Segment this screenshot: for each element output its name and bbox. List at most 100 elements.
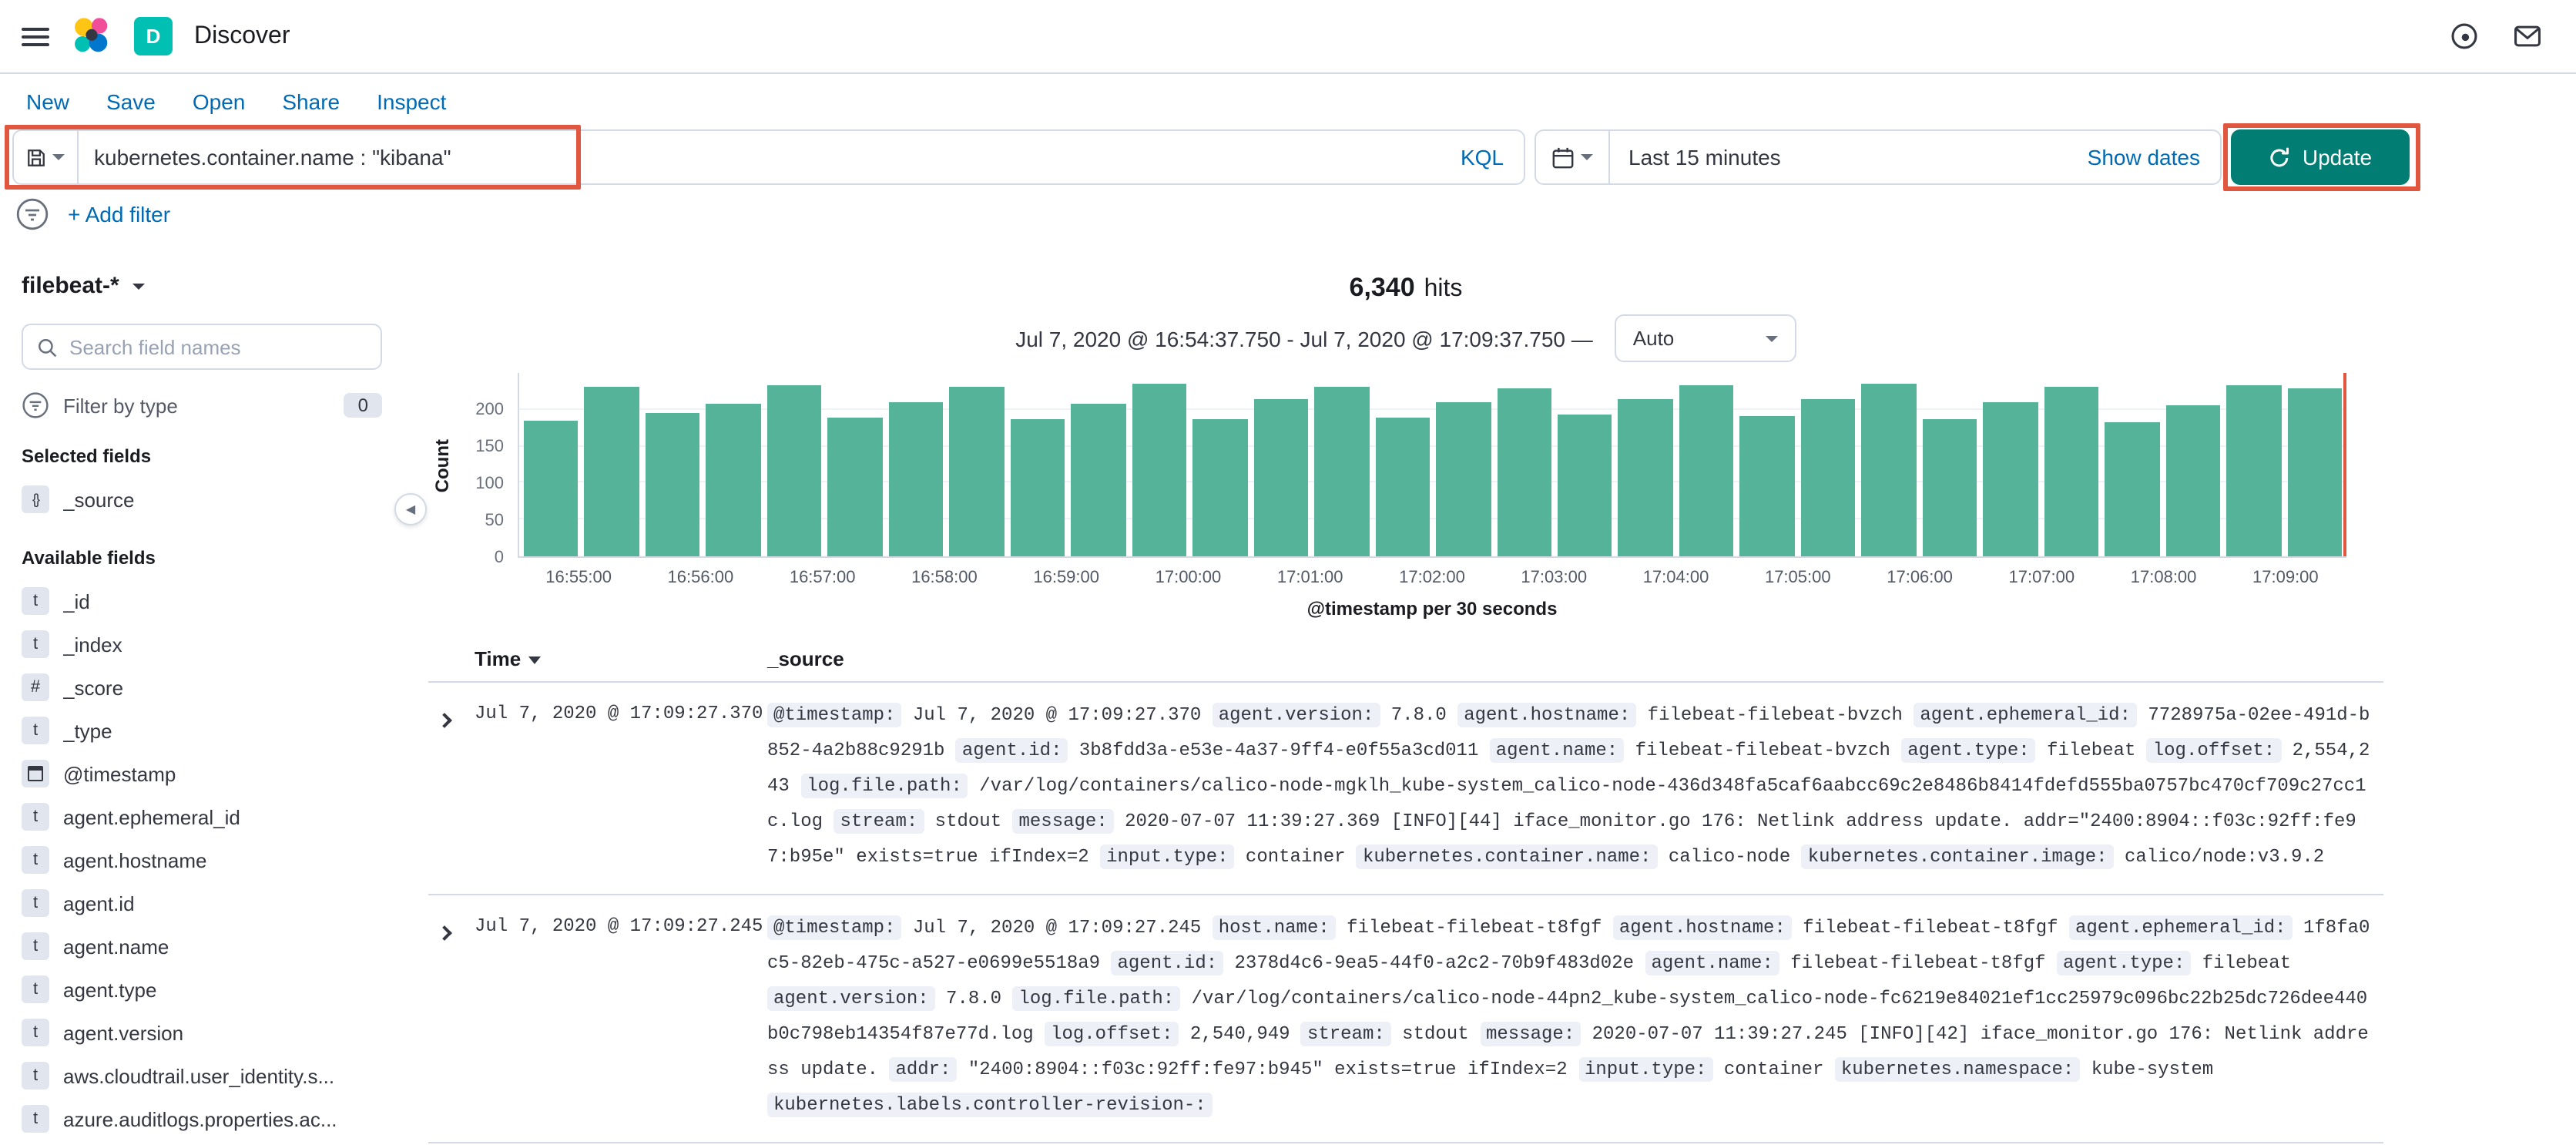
field-type-icon: t: [22, 1019, 49, 1046]
histogram-bar[interactable]: [1071, 403, 1126, 556]
field-item-_id[interactable]: t _id: [22, 579, 385, 623]
histogram-bar[interactable]: [1739, 415, 1795, 556]
query-input[interactable]: kubernetes.container.name : "kibana": [79, 145, 1441, 170]
field-chip: @timestamp:: [767, 703, 902, 727]
histogram-bar[interactable]: [2165, 405, 2221, 556]
calendar-field-icon: [22, 760, 49, 787]
query-language-button[interactable]: KQL: [1441, 145, 1524, 170]
field-item-_source[interactable]: {} _source: [22, 478, 385, 521]
save-button[interactable]: Save: [106, 89, 156, 114]
share-button[interactable]: Share: [282, 89, 340, 114]
histogram-bar[interactable]: [949, 387, 1005, 556]
field-item-azure.auditlogs.properties.ac...[interactable]: t azure.auditlogs.properties.ac...: [22, 1097, 385, 1140]
field-chip: message:: [1480, 1022, 1581, 1046]
histogram-bar[interactable]: [1557, 414, 1612, 556]
field-chip: log.file.path:: [800, 774, 968, 798]
field-type-icon: t: [22, 1062, 49, 1090]
histogram-bar[interactable]: [1861, 383, 1917, 556]
histogram-bar[interactable]: [1922, 418, 1977, 556]
expand-row-icon[interactable]: [437, 713, 452, 728]
menu-icon[interactable]: [22, 27, 49, 45]
time-range-value[interactable]: Last 15 minutes: [1610, 145, 1781, 170]
field-name: agent.type: [63, 978, 157, 1001]
row-time: Jul 7, 2020 @ 17:09:27.370: [475, 703, 763, 724]
histogram-bar[interactable]: [2287, 388, 2343, 556]
inspect-button[interactable]: Inspect: [377, 89, 446, 114]
filter-count-badge: 0: [344, 393, 382, 418]
field-item-agent.version[interactable]: t agent.version: [22, 1011, 385, 1054]
collapse-sidebar-button[interactable]: ◀: [394, 493, 427, 525]
y-axis-title: Count: [431, 438, 453, 492]
histogram-bar[interactable]: [766, 385, 822, 556]
interval-select[interactable]: Auto: [1614, 314, 1796, 362]
histogram-bar[interactable]: [827, 417, 883, 556]
histogram-bar[interactable]: [1618, 398, 1673, 556]
field-name: agent.hostname: [63, 848, 207, 871]
field-item-agent.id[interactable]: t agent.id: [22, 881, 385, 925]
field-chip: input.type:: [1100, 844, 1235, 869]
field-chip: agent.ephemeral_id:: [2068, 915, 2293, 940]
expand-row-icon[interactable]: [437, 925, 452, 941]
field-name: agent.ephemeral_id: [63, 805, 240, 828]
source-column-header: _source: [767, 647, 844, 670]
help-icon[interactable]: [2450, 22, 2479, 51]
field-item-agent.hostname[interactable]: t agent.hostname: [22, 838, 385, 881]
field-search-input[interactable]: [66, 334, 367, 360]
histogram-bar[interactable]: [1679, 385, 1734, 556]
content: filebeat-* Filter by type 0 Selected fie…: [0, 247, 2576, 1143]
x-tick-label: 16:55:00: [545, 569, 612, 587]
mail-icon[interactable]: [2513, 22, 2542, 51]
time-column-header[interactable]: Time: [475, 647, 767, 670]
histogram-bar[interactable]: [2105, 421, 2160, 556]
show-dates-link[interactable]: Show dates: [2088, 145, 2220, 170]
histogram-bar[interactable]: [2044, 387, 2099, 556]
saved-query-menu-button[interactable]: [14, 131, 79, 183]
field-item-agent.ephemeral_id[interactable]: t agent.ephemeral_id: [22, 795, 385, 838]
x-tick-label: 17:07:00: [2008, 569, 2075, 587]
hits-count: 6,340: [1349, 273, 1415, 302]
histogram-bar[interactable]: [2226, 384, 2282, 556]
x-tick-label: 17:04:00: [1642, 569, 1709, 587]
field-search-box: [22, 324, 382, 370]
histogram-bar[interactable]: [1010, 418, 1065, 556]
filter-by-type-button[interactable]: Filter by type 0: [22, 391, 382, 419]
histogram-bar[interactable]: [888, 401, 944, 556]
field-item-_type[interactable]: t _type: [22, 709, 385, 752]
chevron-down-icon: [1765, 335, 1778, 341]
open-button[interactable]: Open: [193, 89, 246, 114]
field-item-@timestamp[interactable]: @timestamp: [22, 752, 385, 795]
histogram-bar[interactable]: [1132, 383, 1187, 556]
histogram-bar[interactable]: [584, 387, 639, 556]
field-name: agent.version: [63, 1021, 184, 1044]
histogram-bar[interactable]: [1375, 417, 1431, 556]
field-item-agent.name[interactable]: t agent.name: [22, 925, 385, 968]
x-tick-label: 16:57:00: [789, 569, 856, 587]
histogram-bar[interactable]: [1314, 386, 1370, 556]
date-quick-select-button[interactable]: [1536, 131, 1610, 183]
histogram-bar[interactable]: [1436, 401, 1491, 556]
field-item-_score[interactable]: # _score: [22, 666, 385, 709]
field-item-_index[interactable]: t _index: [22, 623, 385, 666]
search-icon: [37, 337, 57, 357]
field-item-agent.type[interactable]: t agent.type: [22, 968, 385, 1011]
histogram-bar[interactable]: [1983, 401, 2038, 556]
histogram-bar[interactable]: [524, 420, 579, 556]
histogram-bar[interactable]: [706, 403, 761, 556]
date-range-text: Jul 7, 2020 @ 16:54:37.750 - Jul 7, 2020…: [1015, 326, 1593, 351]
field-chip: agent.hostname:: [1457, 703, 1637, 727]
chevron-down-icon: [132, 283, 146, 289]
histogram-bar[interactable]: [1497, 388, 1551, 556]
update-button[interactable]: Update: [2231, 129, 2410, 185]
add-filter-button[interactable]: + Add filter: [68, 202, 170, 227]
field-name: _type: [63, 719, 112, 742]
index-pattern-select[interactable]: filebeat-*: [22, 262, 385, 310]
histogram-bar[interactable]: [1192, 419, 1248, 556]
filter-options-icon[interactable]: [15, 197, 49, 231]
histogram-bar[interactable]: [645, 412, 700, 556]
field-item-aws.cloudtrail.user_identity.s...[interactable]: t aws.cloudtrail.user_identity.s...: [22, 1054, 385, 1097]
query-bar: kubernetes.container.name : "kibana" KQL…: [5, 123, 2420, 191]
new-button[interactable]: New: [26, 89, 69, 114]
field-chip: agent.hostname:: [1612, 915, 1792, 940]
histogram-bar[interactable]: [1253, 399, 1309, 556]
histogram-bar[interactable]: [1800, 399, 1856, 556]
